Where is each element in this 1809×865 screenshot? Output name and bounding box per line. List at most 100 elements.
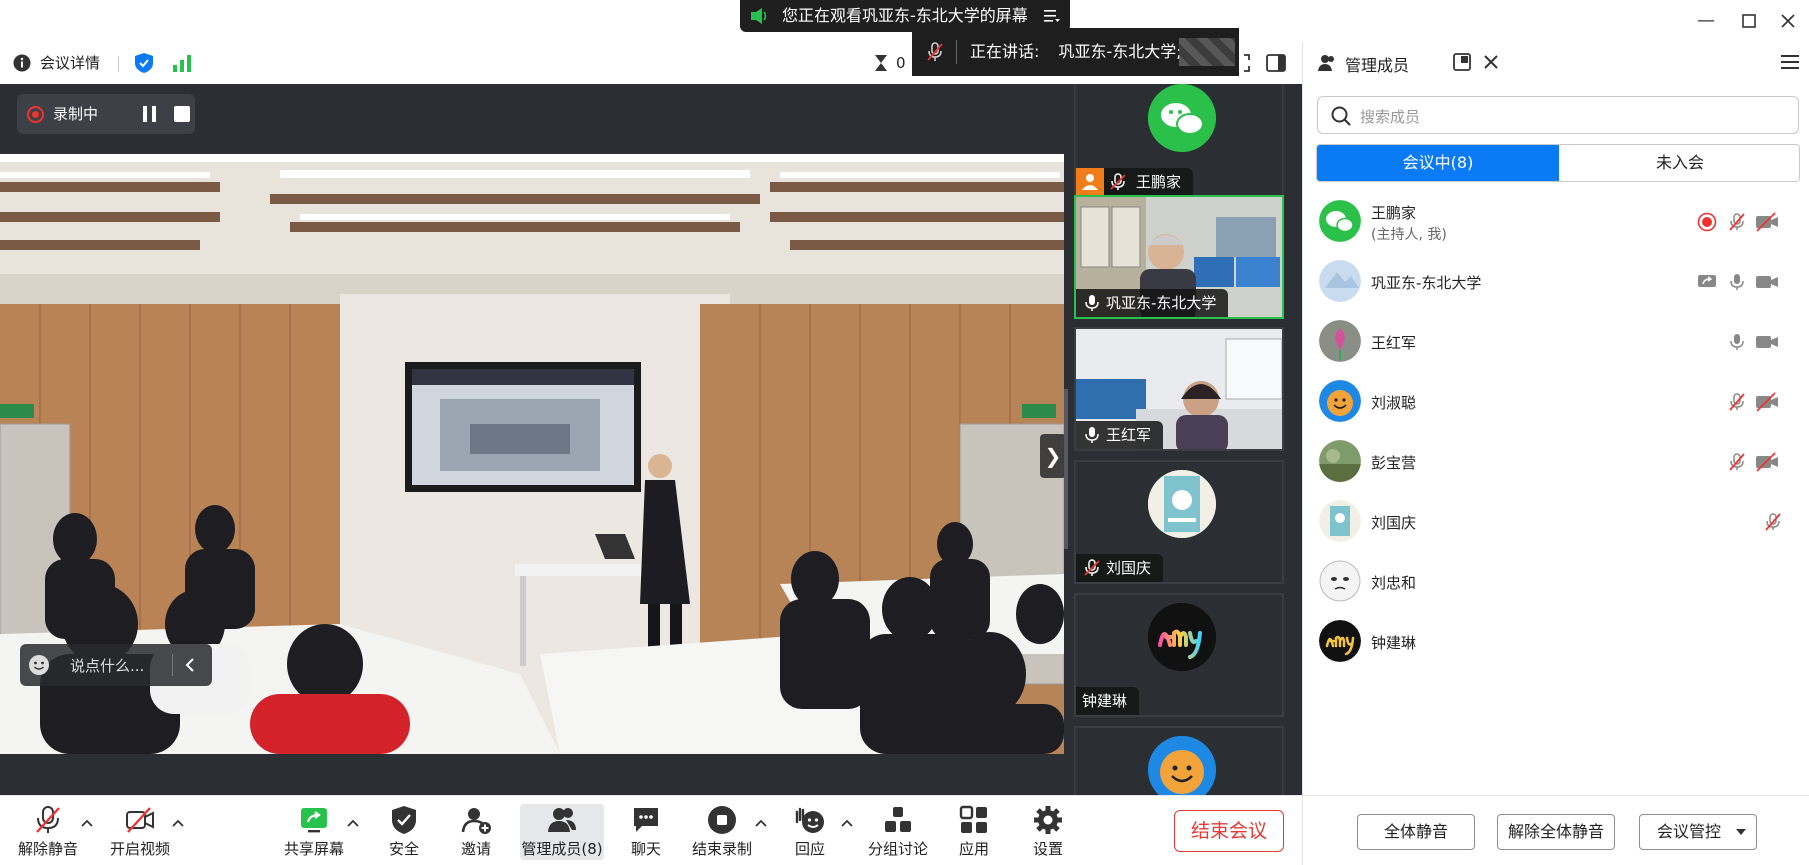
thumbnail-name-tag: 王鹏家 (1076, 168, 1194, 196)
manage-members-label: 管理成员(8) (521, 840, 603, 858)
menu-icon[interactable] (1044, 9, 1060, 23)
thumbnail-name: 王红军 (1106, 426, 1152, 444)
member-search-input[interactable]: 搜索成员 (1317, 96, 1799, 134)
chat-icon (634, 808, 658, 832)
shield-icon[interactable] (134, 52, 154, 74)
reactions-label: 回应 (794, 840, 825, 858)
member-row[interactable]: 王红军 (1303, 312, 1809, 372)
thumbnail-tile[interactable] (1074, 726, 1284, 795)
manage-members-button[interactable]: 管理成员(8) (520, 804, 604, 860)
apps-button[interactable]: 应用 (934, 804, 1014, 860)
gear-icon (1034, 806, 1062, 834)
thumbnail-tile[interactable]: 刘国庆 (1074, 460, 1284, 584)
mute-all-button[interactable]: 全体静音 (1357, 814, 1475, 850)
settings-label: 设置 (1032, 840, 1063, 858)
end-meeting-button[interactable]: 结束会议 (1174, 810, 1284, 852)
chevron-up-icon[interactable] (840, 818, 854, 828)
member-row[interactable]: 彭宝营 (1303, 432, 1809, 492)
search-placeholder: 搜索成员 (1360, 108, 1421, 126)
chevron-up-icon[interactable] (171, 818, 185, 828)
panel-header: 管理成员 (1303, 42, 1809, 84)
video-off-icon[interactable] (1755, 392, 1779, 412)
thumbnail-name: 钟建琳 (1082, 692, 1128, 710)
layout-icon[interactable] (1266, 54, 1286, 72)
emoji-icon[interactable] (28, 654, 50, 676)
chevron-up-icon[interactable] (80, 818, 94, 828)
next-page-arrow-icon[interactable]: ❯ (1040, 434, 1066, 478)
hamburger-menu-icon[interactable] (1781, 54, 1799, 70)
mic-muted-icon[interactable] (1727, 452, 1747, 472)
share-screen-button[interactable]: 共享屏幕 (274, 804, 354, 860)
member-avatar (1319, 440, 1361, 482)
popout-icon[interactable] (1453, 53, 1471, 71)
meeting-control-button[interactable]: 会议管控 (1639, 814, 1757, 850)
meeting-timer: 0 (896, 54, 906, 72)
bottom-toolbar: 解除静音 开启视频 共享屏幕 安全 邀请 管理成员(8) 聊天 结束录制 回应 … (0, 795, 1302, 865)
end-recording-button[interactable]: 结束录制 (682, 804, 762, 860)
mic-muted-icon[interactable] (1763, 512, 1783, 532)
thumbnail-tile[interactable]: 钟建琳 (1074, 593, 1284, 717)
tab-not-joined[interactable]: 未入会 (1559, 145, 1799, 181)
tab-in-meeting[interactable]: 会议中(8) (1317, 145, 1559, 181)
mic-muted-icon (36, 806, 60, 833)
speaker-icon (751, 8, 767, 24)
members-icon (1318, 55, 1334, 71)
close-window-icon[interactable] (1777, 10, 1799, 32)
banner-text: 您正在观看巩亚东-东北大学的屏幕 (782, 6, 1028, 25)
chevron-up-icon[interactable] (346, 818, 360, 828)
member-name: 刘淑聪 (1371, 394, 1417, 412)
mic-muted-icon[interactable] (1727, 392, 1747, 412)
member-row[interactable]: 王鹏家 (主持人, 我) (1303, 192, 1809, 252)
host-icon (1076, 168, 1104, 196)
video-icon[interactable] (1755, 332, 1779, 352)
member-row[interactable]: 刘国庆 (1303, 492, 1809, 552)
unmute-all-button[interactable]: 解除全体静音 (1497, 814, 1615, 850)
video-off-icon[interactable] (1755, 212, 1779, 232)
breakout-button[interactable]: 分组讨论 (858, 804, 938, 860)
member-name: 彭宝营 (1371, 454, 1417, 472)
meeting-details-link[interactable]: 会议详情 (40, 52, 100, 74)
raise-hand-icon (795, 807, 824, 833)
settings-button[interactable]: 设置 (1008, 804, 1088, 860)
minimize-icon[interactable]: — (1695, 10, 1717, 32)
chevron-up-icon[interactable] (754, 818, 768, 828)
thumbnail-tile[interactable]: 王鹏家 (1074, 84, 1284, 198)
security-label: 安全 (388, 840, 419, 858)
collapse-chevron-icon[interactable] (184, 657, 196, 673)
member-row[interactable]: 巩亚东-东北大学 (1303, 252, 1809, 312)
chat-input-placeholder[interactable]: 说点什么... (70, 655, 144, 676)
member-avatar (1319, 260, 1361, 302)
start-video-button[interactable]: 开启视频 (100, 804, 180, 860)
chat-button[interactable]: 聊天 (606, 804, 686, 860)
reactions-button[interactable]: 回应 (770, 804, 850, 860)
close-panel-icon[interactable] (1483, 54, 1499, 70)
meeting-control-label: 会议管控 (1656, 822, 1721, 841)
stop-recording-icon[interactable] (170, 94, 195, 134)
member-row[interactable]: 钟建琳 (1303, 612, 1809, 672)
member-row[interactable]: 刘淑聪 (1303, 372, 1809, 432)
maximize-icon[interactable] (1738, 10, 1760, 32)
invite-button[interactable]: 邀请 (436, 804, 516, 860)
video-off-icon[interactable] (1755, 452, 1779, 472)
member-row[interactable]: 刘忠和 (1303, 552, 1809, 612)
screen-share-icon (1698, 275, 1716, 287)
quick-chat-box[interactable]: 说点什么... (20, 644, 212, 686)
info-icon[interactable] (13, 54, 31, 72)
unmute-button[interactable]: 解除静音 (8, 804, 88, 860)
mic-muted-icon[interactable] (1727, 212, 1747, 232)
stop-record-icon (708, 806, 736, 834)
divider (172, 654, 173, 676)
member-tabs: 会议中(8) 未入会 (1316, 144, 1800, 182)
mic-icon (1085, 295, 1099, 311)
thumbnail-tile[interactable]: 巩亚东-东北大学 (1074, 195, 1284, 319)
mic-icon[interactable] (1727, 272, 1747, 292)
security-button[interactable]: 安全 (364, 804, 444, 860)
thumbnail-scrollbar[interactable] (1064, 389, 1068, 549)
signal-icon[interactable] (172, 54, 192, 72)
mic-icon[interactable] (1727, 332, 1747, 352)
thumbnail-tile[interactable]: 王红军 (1074, 327, 1284, 451)
video-icon[interactable] (1755, 272, 1779, 292)
thumbnail-name-tag: 刘国庆 (1076, 554, 1164, 582)
members-panel: 管理成员 搜索成员 会议中(8) 未入会 王鹏家 (主持人, 我) 巩亚东-东北… (1302, 42, 1809, 865)
pause-recording-icon[interactable] (130, 94, 170, 134)
